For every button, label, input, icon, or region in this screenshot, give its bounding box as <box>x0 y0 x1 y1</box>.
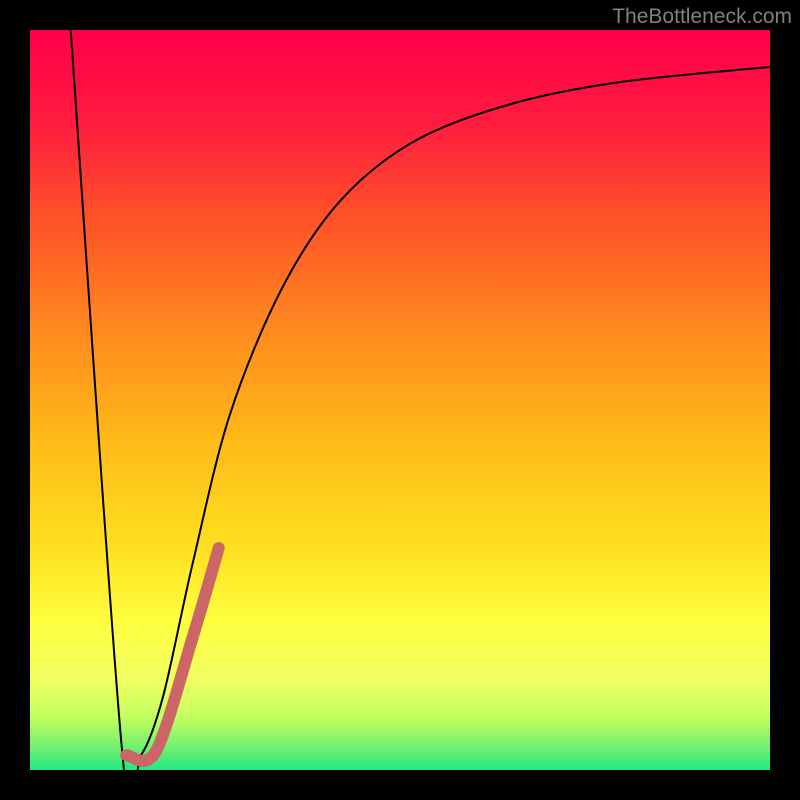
curve-layer <box>30 30 770 770</box>
plot-area <box>30 30 770 770</box>
watermark-text: TheBottleneck.com <box>612 5 792 29</box>
series-v-curve <box>71 30 770 770</box>
